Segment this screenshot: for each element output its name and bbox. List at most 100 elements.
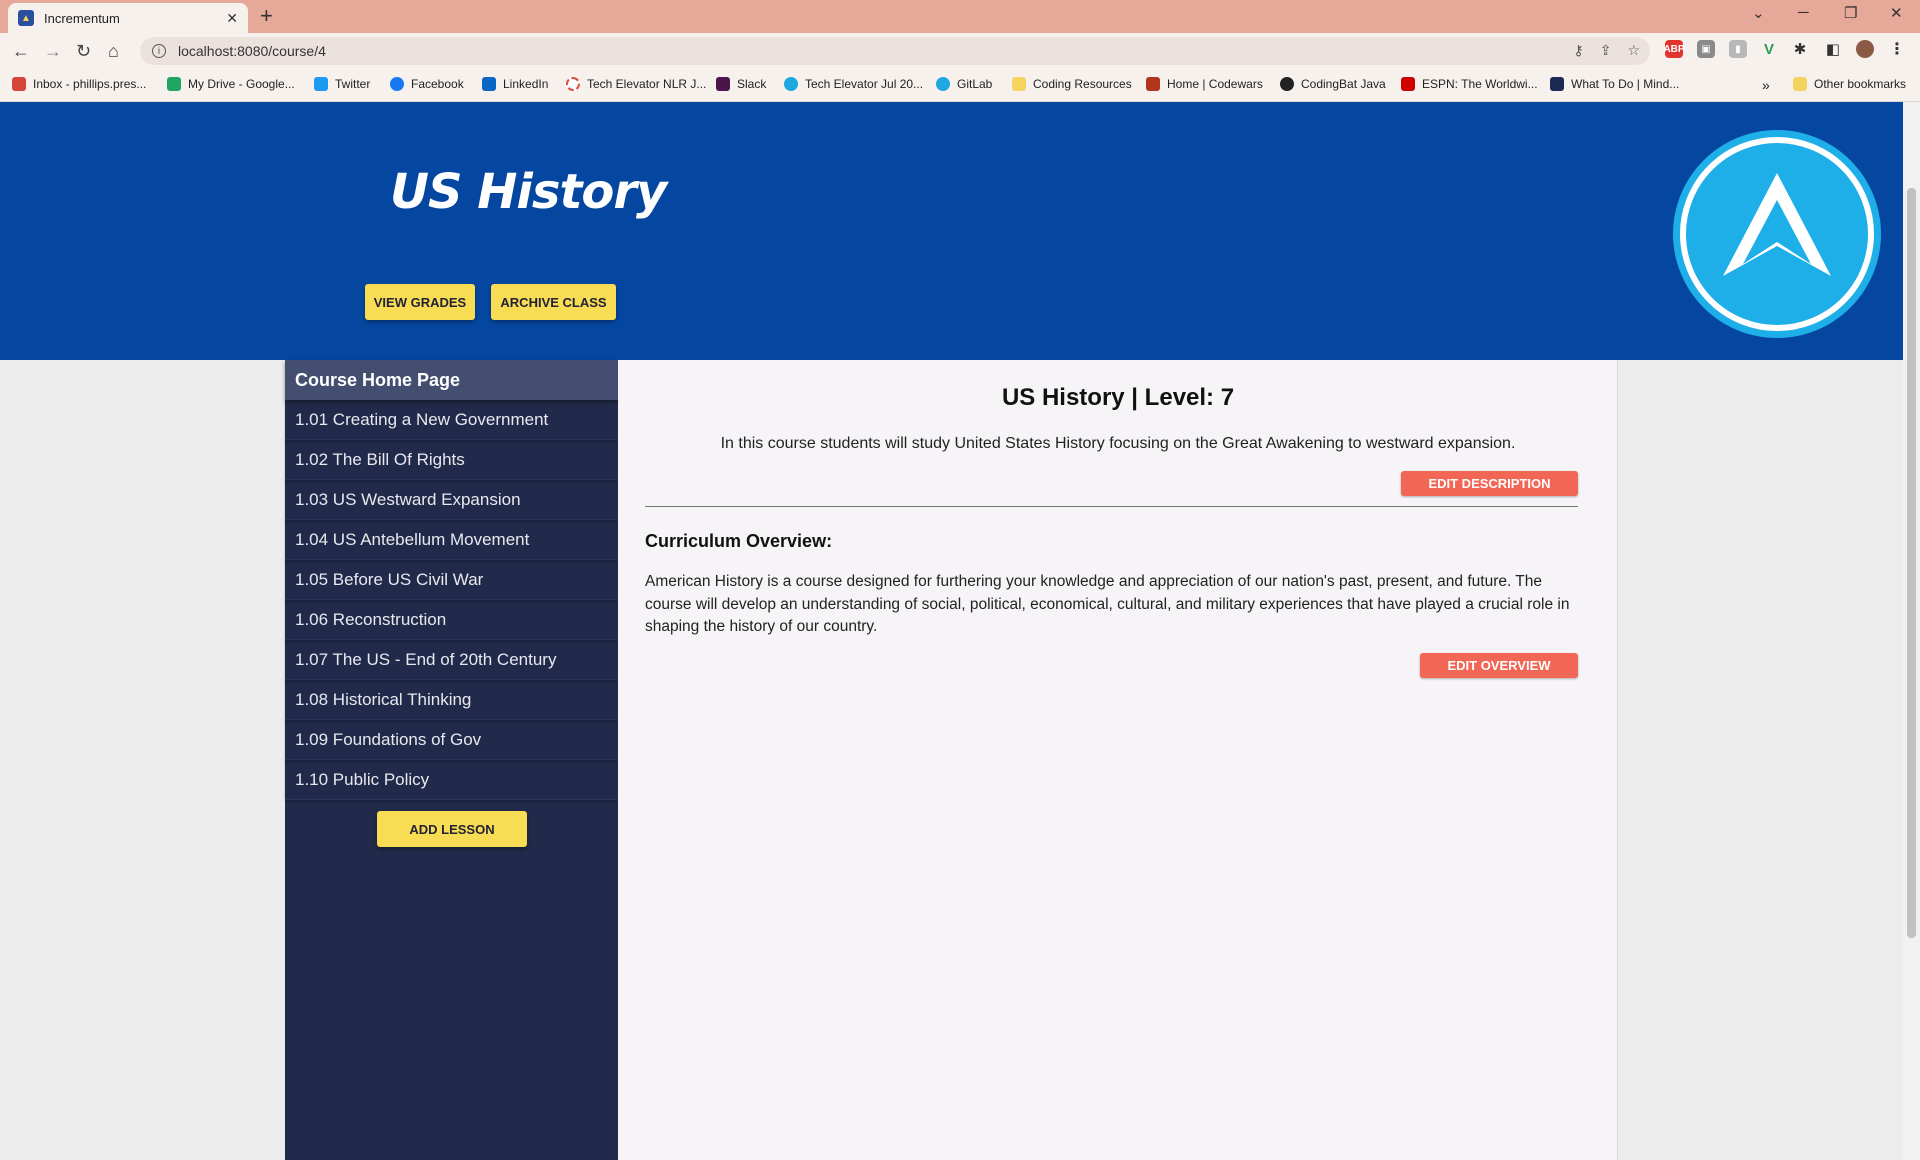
bookmark-folder[interactable]: Coding Resources bbox=[1012, 77, 1132, 91]
bookmark-item[interactable]: Twitter bbox=[314, 77, 370, 91]
add-lesson-button[interactable]: ADD LESSON bbox=[377, 811, 527, 847]
bookmark-label: LinkedIn bbox=[503, 77, 549, 91]
mind-icon bbox=[1550, 77, 1564, 91]
course-header: US History VIEW GRADES ARCHIVE CLASS bbox=[0, 102, 1903, 360]
lesson-item[interactable]: 1.06 Reconstruction bbox=[285, 600, 618, 640]
bookmarks-bar: Inbox - phillips.pres... My Drive - Goog… bbox=[0, 70, 1920, 102]
incrementum-logo[interactable] bbox=[1671, 128, 1883, 340]
bookmark-label: ESPN: The Worldwi... bbox=[1422, 77, 1538, 91]
codewars-icon bbox=[1146, 77, 1160, 91]
lesson-item[interactable]: 1.05 Before US Civil War bbox=[285, 560, 618, 600]
page-viewport: US History VIEW GRADES ARCHIVE CLASS Cou… bbox=[0, 102, 1903, 1160]
course-title: US History bbox=[390, 164, 667, 220]
back-icon[interactable]: ← bbox=[12, 40, 30, 62]
restore-icon[interactable]: ❐ bbox=[1844, 4, 1857, 22]
browser-tab-strip: ▲ Incrementum ✕ + ⌄ ─ ❐ ✕ bbox=[0, 0, 1920, 33]
bookmark-item[interactable]: CodingBat Java bbox=[1280, 77, 1386, 91]
address-bar[interactable]: i localhost:8080/course/4 ⚷ ⇪ ☆ bbox=[140, 37, 1650, 65]
course-content: US History | Level: 7 In this course stu… bbox=[618, 360, 1618, 1160]
bookmark-label: Home | Codewars bbox=[1167, 77, 1263, 91]
forward-icon[interactable]: → bbox=[44, 40, 62, 62]
puzzle-extensions-icon[interactable]: ✱ bbox=[1791, 40, 1809, 58]
share-icon[interactable]: ⇪ bbox=[1600, 42, 1612, 59]
bookmark-item[interactable]: Slack bbox=[716, 77, 766, 91]
bookmark-item[interactable]: Facebook bbox=[390, 77, 464, 91]
extension-icon[interactable]: ▮ bbox=[1729, 40, 1747, 58]
edit-overview-button[interactable]: EDIT OVERVIEW bbox=[1420, 653, 1578, 678]
bookmark-star-icon[interactable]: ☆ bbox=[1627, 42, 1640, 59]
bookmark-label: Tech Elevator NLR J... bbox=[587, 77, 707, 91]
bookmark-item[interactable]: Tech Elevator Jul 20... bbox=[784, 77, 923, 91]
course-home-link[interactable]: Course Home Page bbox=[285, 360, 618, 400]
bookmark-item[interactable]: LinkedIn bbox=[482, 77, 548, 91]
gmail-icon bbox=[12, 77, 26, 91]
gitlab-icon bbox=[936, 77, 950, 91]
view-grades-button[interactable]: VIEW GRADES bbox=[365, 284, 475, 320]
bookmark-label: Other bookmarks bbox=[1814, 77, 1907, 91]
key-icon[interactable]: ⚷ bbox=[1573, 42, 1583, 59]
bookmark-label: What To Do | Mind... bbox=[1571, 77, 1680, 91]
codingbat-icon bbox=[1280, 77, 1294, 91]
lesson-item[interactable]: 1.03 US Westward Expansion bbox=[285, 480, 618, 520]
other-bookmarks-folder[interactable]: Other bookmarks bbox=[1793, 77, 1906, 91]
close-tab-icon[interactable]: ✕ bbox=[226, 10, 238, 27]
folder-icon bbox=[1012, 77, 1026, 91]
lesson-item[interactable]: 1.08 Historical Thinking bbox=[285, 680, 618, 720]
course-description: In this course students will study Unite… bbox=[720, 435, 1516, 452]
course-level-title: US History | Level: 7 bbox=[1001, 384, 1235, 411]
incrementum-icon bbox=[784, 77, 798, 91]
vue-devtools-icon[interactable]: V bbox=[1760, 40, 1778, 58]
side-panel-icon[interactable]: ◧ bbox=[1824, 40, 1842, 58]
section-divider bbox=[645, 506, 1578, 507]
bookmark-item[interactable]: What To Do | Mind... bbox=[1550, 77, 1679, 91]
edit-description-button[interactable]: EDIT DESCRIPTION bbox=[1401, 471, 1578, 496]
lesson-sidebar: Course Home Page 1.01 Creating a New Gov… bbox=[285, 360, 618, 1160]
extension-icon[interactable]: ▣ bbox=[1697, 40, 1715, 58]
bookmark-label: My Drive - Google... bbox=[188, 77, 295, 91]
tab-title: Incrementum bbox=[44, 10, 120, 26]
twitter-icon bbox=[314, 77, 328, 91]
folder-icon bbox=[1793, 77, 1807, 91]
site-info-icon[interactable]: i bbox=[152, 44, 166, 58]
bookmark-item[interactable]: Tech Elevator NLR J... bbox=[566, 77, 706, 91]
bookmark-item[interactable]: My Drive - Google... bbox=[167, 77, 295, 91]
archive-class-button[interactable]: ARCHIVE CLASS bbox=[491, 284, 616, 320]
menu-kebab-icon[interactable]: ⋮ bbox=[1888, 40, 1906, 58]
tab-search-icon[interactable]: ⌄ bbox=[1752, 4, 1765, 22]
google-drive-icon bbox=[167, 77, 181, 91]
favicon-icon: ▲ bbox=[18, 10, 34, 26]
bookmark-label: GitLab bbox=[957, 77, 993, 91]
bookmark-label: Twitter bbox=[335, 77, 371, 91]
bookmark-item[interactable]: Home | Codewars bbox=[1146, 77, 1263, 91]
lesson-item[interactable]: 1.02 The Bill Of Rights bbox=[285, 440, 618, 480]
curriculum-overview-text: American History is a course designed fo… bbox=[645, 573, 1570, 635]
scrollbar-thumb[interactable] bbox=[1907, 188, 1916, 938]
lesson-item[interactable]: 1.10 Public Policy bbox=[285, 760, 618, 800]
reload-icon[interactable]: ↻ bbox=[76, 40, 91, 62]
bookmark-item[interactable]: GitLab bbox=[936, 77, 992, 91]
close-window-icon[interactable]: ✕ bbox=[1890, 4, 1903, 22]
bookmark-item[interactable]: Inbox - phillips.pres... bbox=[12, 77, 146, 91]
home-icon[interactable]: ⌂ bbox=[108, 40, 119, 62]
curriculum-heading: Curriculum Overview: bbox=[645, 531, 833, 551]
facebook-icon bbox=[390, 77, 404, 91]
bookmark-item[interactable]: ESPN: The Worldwi... bbox=[1401, 77, 1538, 91]
bookmark-label: Tech Elevator Jul 20... bbox=[805, 77, 924, 91]
profile-avatar[interactable] bbox=[1856, 40, 1874, 58]
bookmark-label: CodingBat Java bbox=[1301, 77, 1386, 91]
lesson-item[interactable]: 1.09 Foundations of Gov bbox=[285, 720, 618, 760]
slack-icon bbox=[716, 77, 730, 91]
bookmarks-overflow-icon[interactable]: » bbox=[1762, 77, 1770, 93]
espn-icon bbox=[1401, 77, 1415, 91]
adblock-extension-icon[interactable]: ABP bbox=[1663, 40, 1685, 58]
browser-toolbar: ← → ↻ ⌂ i localhost:8080/course/4 ⚷ ⇪ ☆ bbox=[0, 33, 1920, 70]
url-text: localhost:8080/course/4 bbox=[178, 43, 326, 59]
lesson-item[interactable]: 1.04 US Antebellum Movement bbox=[285, 520, 618, 560]
lesson-item[interactable]: 1.07 The US - End of 20th Century bbox=[285, 640, 618, 680]
bookmark-label: Inbox - phillips.pres... bbox=[33, 77, 147, 91]
browser-tab[interactable]: ▲ Incrementum ✕ bbox=[8, 3, 248, 33]
page-scrollbar[interactable] bbox=[1903, 102, 1920, 1160]
new-tab-icon[interactable]: + bbox=[260, 4, 273, 28]
lesson-item[interactable]: 1.01 Creating a New Government bbox=[285, 400, 618, 440]
minimize-icon[interactable]: ─ bbox=[1798, 4, 1809, 21]
